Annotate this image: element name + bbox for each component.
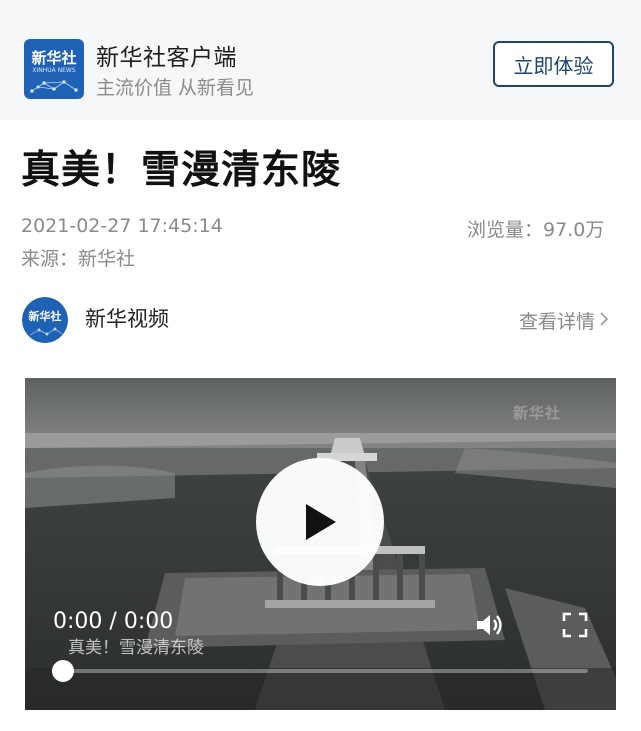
progress-scrubber[interactable]	[52, 660, 74, 682]
view-count: 浏览量：97.0万	[467, 215, 604, 242]
volume-button[interactable]	[474, 610, 504, 640]
volume-icon	[477, 615, 502, 635]
view-count-value: 97.0万	[543, 219, 605, 241]
view-details-label: 查看详情	[519, 311, 596, 333]
video-caption: 真美！雪漫清东陵	[68, 638, 204, 658]
view-details-link[interactable]: 查看详情	[519, 307, 609, 334]
app-name: 新华社客户端	[96, 45, 237, 71]
duration: 0:00	[123, 609, 174, 634]
author-name[interactable]: 新华视频	[85, 303, 169, 333]
fullscreen-icon	[562, 612, 588, 638]
video-player[interactable]: 新华社 0:00 / 0:00 真美！雪漫清东陵	[25, 378, 616, 710]
try-now-button[interactable]: 立即体验	[493, 41, 614, 87]
app-banner: 新华社 XINHUA NEWS 新华社客户端 主流价值 从新看见 立即体验	[0, 0, 641, 120]
publish-datetime: 2021-02-27 17:45:14	[21, 215, 223, 237]
time-separator: /	[109, 609, 117, 634]
article-source: 来源：新华社	[21, 248, 136, 270]
app-slogan: 主流价值 从新看见	[96, 77, 255, 99]
video-watermark: 新华社	[513, 404, 562, 422]
view-count-label: 浏览量：	[467, 219, 544, 241]
play-icon	[306, 504, 336, 540]
article-title: 真美！雪漫清东陵	[21, 148, 342, 193]
current-time: 0:00	[53, 609, 103, 634]
chevron-right-icon	[599, 310, 609, 332]
avatar-logo-text: 新华社	[28, 310, 62, 323]
author-avatar[interactable]: 新华社	[22, 297, 68, 343]
playback-time: 0:00 / 0:00	[53, 609, 173, 634]
xinhua-logo: 新华社 XINHUA NEWS	[24, 39, 84, 99]
fullscreen-button[interactable]	[562, 612, 588, 638]
progress-track[interactable]	[52, 660, 588, 682]
logo-text: 新华社	[31, 49, 77, 67]
logo-subtext: XINHUA NEWS	[32, 67, 76, 74]
play-button[interactable]	[256, 458, 384, 586]
